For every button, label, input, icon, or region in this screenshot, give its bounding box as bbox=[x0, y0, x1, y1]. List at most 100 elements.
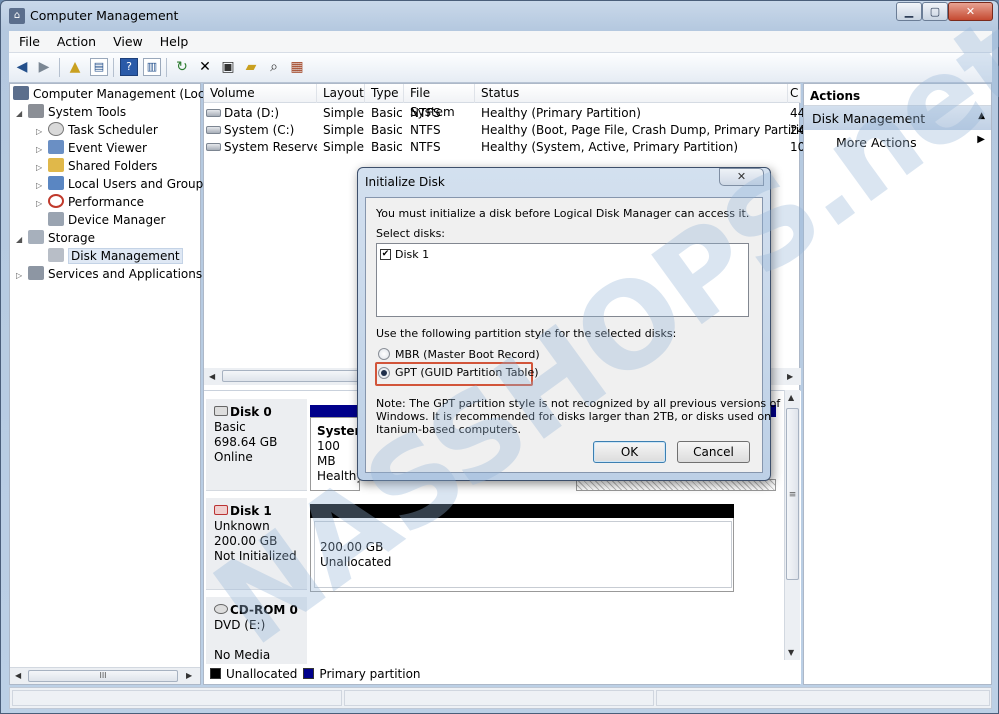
tree-item-local-users[interactable]: ▷ Local Users and Groups bbox=[36, 175, 210, 193]
volume-row[interactable]: Data (D:) Simple Basic NTFS Healthy (Pri… bbox=[204, 105, 805, 122]
toolbar: ◀ ▶ ▲ ▤ ? ▥ ↻ ✕ ▣ ▰ ⌕ ▦ bbox=[9, 53, 992, 83]
computer-management-icon: ⌂ bbox=[9, 8, 25, 24]
actions-section-disk-management[interactable]: Disk Management ▲ bbox=[804, 106, 991, 130]
menu-help[interactable]: Help bbox=[150, 31, 196, 49]
tree-item-root[interactable]: Computer Management (Local bbox=[13, 85, 215, 103]
menu-action[interactable]: Action bbox=[47, 31, 103, 49]
note-line-2: Windows. It is recommended for disks lar… bbox=[376, 410, 772, 423]
disk-0-label[interactable]: Disk 0 Basic 698.64 GB Online bbox=[206, 399, 307, 491]
tools-icon bbox=[28, 104, 44, 118]
column-capacity[interactable]: C bbox=[788, 84, 801, 103]
toolbar-separator bbox=[113, 58, 114, 77]
tree-item-shared-folders[interactable]: ▷ Shared Folders bbox=[36, 157, 157, 175]
legend: Unallocated Primary partition bbox=[204, 664, 801, 684]
help-icon[interactable]: ? bbox=[120, 58, 138, 76]
up-folder-icon[interactable]: ▲ bbox=[66, 58, 84, 76]
disk-1-label[interactable]: Disk 1 Unknown 200.00 GB Not Initialized bbox=[206, 498, 307, 590]
collapse-arrow-icon[interactable]: ◢ bbox=[16, 105, 28, 123]
tree-item-services[interactable]: ▷ Services and Applications bbox=[16, 265, 202, 283]
drive-icon bbox=[206, 126, 221, 134]
show-hide-action-pane-icon[interactable]: ▥ bbox=[143, 58, 161, 76]
cancel-button[interactable]: Cancel bbox=[677, 441, 750, 463]
volume-row[interactable]: System (C:) Simple Basic NTFS Healthy (B… bbox=[204, 122, 819, 139]
tree-item-disk-management[interactable]: Disk Management bbox=[48, 247, 183, 265]
back-arrow-icon[interactable]: ◀ bbox=[13, 58, 31, 76]
users-icon bbox=[48, 176, 64, 190]
partition-style-label: Use the following partition style for th… bbox=[376, 327, 677, 340]
collapse-arrow-icon[interactable]: ◢ bbox=[16, 231, 28, 249]
note-line-1: Note: The GPT partition style is not rec… bbox=[376, 397, 781, 410]
column-layout[interactable]: Layout bbox=[317, 84, 365, 103]
expand-arrow-icon[interactable]: ▷ bbox=[16, 267, 28, 285]
scroll-up-icon[interactable]: ▲ bbox=[788, 393, 794, 402]
dialog-close-button[interactable]: ✕ bbox=[719, 168, 764, 186]
menu-file[interactable]: File bbox=[9, 31, 47, 49]
disk-icon bbox=[214, 406, 228, 416]
cdrom-0-label[interactable]: CD-ROM 0 DVD (E:) No Media bbox=[206, 597, 307, 669]
properties-icon[interactable]: ▣ bbox=[219, 58, 237, 76]
show-hide-tree-icon[interactable]: ▤ bbox=[90, 58, 108, 76]
scroll-right-icon[interactable]: ▶ bbox=[186, 671, 192, 680]
column-status[interactable]: Status bbox=[475, 84, 788, 103]
search-icon[interactable]: ⌕ bbox=[265, 58, 283, 76]
scroll-left-icon[interactable]: ◀ bbox=[15, 671, 21, 680]
initialize-disk-dialog: Initialize Disk ✕ You must initialize a … bbox=[357, 167, 780, 481]
gpt-radio[interactable] bbox=[378, 367, 390, 379]
scroll-left-icon[interactable]: ◀ bbox=[209, 372, 215, 381]
scroll-thumb[interactable]: III bbox=[28, 670, 178, 682]
mbr-label[interactable]: MBR (Master Boot Record) bbox=[395, 348, 540, 361]
tree-item-event-viewer[interactable]: ▷ Event Viewer bbox=[36, 139, 147, 157]
title-bar[interactable]: ⌂ Computer Management ▁ ▢ ✕ bbox=[1, 1, 998, 31]
legend-primary-swatch bbox=[303, 668, 315, 679]
volume-row[interactable]: System Reserved Simple Basic NTFS Health… bbox=[204, 139, 805, 156]
services-icon bbox=[28, 266, 44, 280]
delete-icon[interactable]: ✕ bbox=[196, 58, 214, 76]
wizard-icon[interactable]: ▦ bbox=[288, 58, 306, 76]
menu-view[interactable]: View bbox=[103, 31, 150, 49]
select-disks-label: Select disks: bbox=[376, 227, 446, 240]
tree-item-system-tools[interactable]: ◢ System Tools bbox=[16, 103, 126, 121]
disk-1-unallocated-region[interactable]: 200.00 GB Unallocated bbox=[310, 518, 734, 592]
column-file-system[interactable]: File System bbox=[404, 84, 475, 119]
status-cell bbox=[344, 690, 654, 706]
tree-item-device-manager[interactable]: Device Manager bbox=[48, 211, 165, 229]
maximize-button[interactable]: ▢ bbox=[922, 2, 948, 21]
column-volume[interactable]: Volume bbox=[204, 84, 317, 103]
actions-header: Actions bbox=[804, 84, 991, 106]
disk-1-checkbox[interactable]: ✔ bbox=[380, 249, 391, 260]
scroll-down-icon[interactable]: ▼ bbox=[788, 648, 794, 657]
ok-button[interactable]: OK bbox=[593, 441, 666, 463]
refresh-icon[interactable]: ↻ bbox=[173, 58, 191, 76]
dialog-body: You must initialize a disk before Logica… bbox=[365, 197, 780, 473]
disk-1-item-label[interactable]: Disk 1 bbox=[395, 248, 429, 261]
scroll-right-icon[interactable]: ▶ bbox=[787, 372, 793, 381]
open-folder-icon[interactable]: ▰ bbox=[242, 58, 260, 76]
computer-icon bbox=[13, 86, 29, 100]
gpt-label[interactable]: GPT (GUID Partition Table) bbox=[395, 366, 539, 379]
minimize-button[interactable]: ▁ bbox=[896, 2, 922, 21]
status-cell bbox=[656, 690, 990, 706]
toolbar-separator bbox=[166, 58, 167, 77]
legend-unallocated-swatch bbox=[210, 668, 221, 679]
disk-view-vertical-scrollbar[interactable]: ▲ ≡ ▼ bbox=[784, 390, 800, 660]
more-actions-item[interactable]: More Actions ▶ bbox=[804, 130, 991, 154]
tree-item-storage[interactable]: ◢ Storage bbox=[16, 229, 95, 247]
forward-arrow-icon[interactable]: ▶ bbox=[35, 58, 53, 76]
close-button[interactable]: ✕ bbox=[948, 2, 993, 21]
device-manager-icon bbox=[48, 212, 64, 226]
tree-horizontal-scrollbar[interactable]: ◀ III ▶ bbox=[10, 667, 200, 684]
toolbar-separator bbox=[59, 58, 60, 77]
tree-item-task-scheduler[interactable]: ▷ Task Scheduler bbox=[36, 121, 158, 139]
collapse-up-icon[interactable]: ▲ bbox=[978, 111, 985, 121]
window-title: Computer Management bbox=[30, 8, 179, 23]
mbr-radio[interactable] bbox=[378, 348, 390, 360]
tree-item-performance[interactable]: ▷ Performance bbox=[36, 193, 144, 211]
drive-icon bbox=[206, 109, 221, 117]
scroll-thumb[interactable]: ≡ bbox=[786, 408, 799, 580]
system-reserved-partition[interactable]: System 100 MB Healthy bbox=[310, 417, 360, 491]
shared-folder-icon bbox=[48, 158, 64, 172]
note-line-3: Itanium-based computers. bbox=[376, 423, 521, 436]
disk-management-icon bbox=[48, 248, 64, 262]
column-type[interactable]: Type bbox=[365, 84, 404, 103]
expand-arrow-icon[interactable]: ▷ bbox=[36, 195, 48, 213]
